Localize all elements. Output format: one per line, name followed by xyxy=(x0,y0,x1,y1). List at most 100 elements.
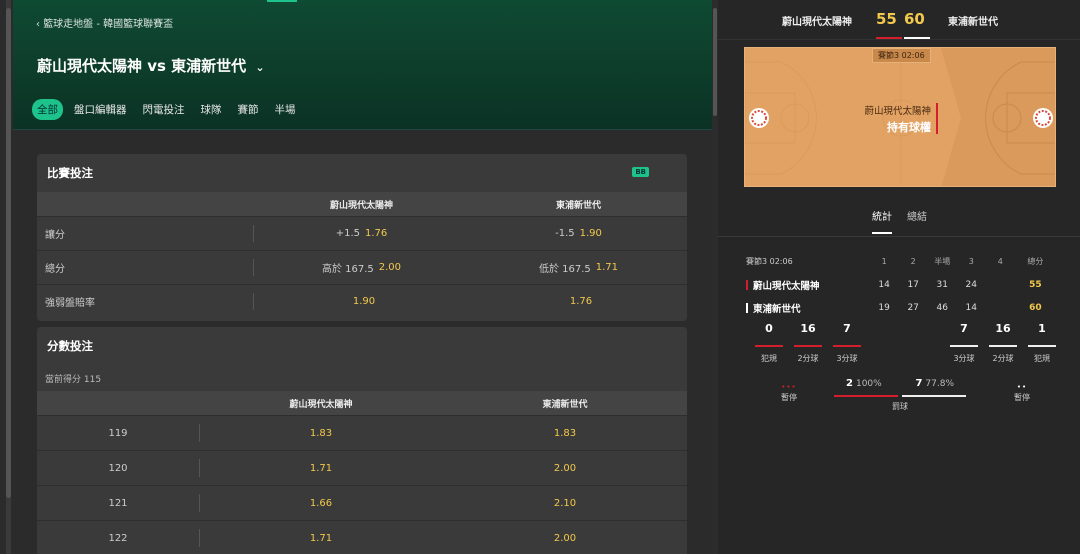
score-points: 120 xyxy=(108,462,128,474)
free-throw-bars xyxy=(834,395,966,397)
bet-row-label: 總分 xyxy=(45,264,65,275)
tab-all[interactable]: 全部 xyxy=(32,99,63,120)
odds-button-home[interactable]: 高於 167.5 2.00 xyxy=(253,251,470,284)
hoop-left-icon xyxy=(749,108,769,128)
tab-summary[interactable]: 總結 xyxy=(907,208,927,223)
tab-flash-bet[interactable]: 閃電投注 xyxy=(138,99,190,120)
home-color-bar xyxy=(876,37,902,39)
away-q2: 27 xyxy=(907,302,919,313)
odds-button-away[interactable]: 2.00 xyxy=(443,451,687,485)
away-total: 60 xyxy=(1029,302,1042,313)
odds-button-home[interactable]: 1.90 xyxy=(253,285,470,318)
left-scrollbar-thumb[interactable] xyxy=(6,8,11,498)
box-score-away: 東浦新世代 19 27 46 14 60 xyxy=(746,296,1056,319)
odds-button-home[interactable]: 1.83 xyxy=(199,416,443,450)
match-bet-card: 比賽投注 BB 蔚山現代太陽神 東浦新世代 讓分 +1.5 1.76 -1.5 1.… xyxy=(37,154,687,321)
divider xyxy=(199,459,200,477)
home-stat-2pt: 16 2分球 xyxy=(794,322,822,364)
odds-button-away[interactable]: 1.76 xyxy=(470,285,687,318)
tab-stats[interactable]: 統計 xyxy=(872,208,892,223)
odds-value: 2.10 xyxy=(553,497,577,509)
scoreboard-home-score: 55 xyxy=(876,10,897,28)
home-team-cell: 蔚山現代太陽神 xyxy=(746,278,870,292)
team-stats: 0 犯規 16 2分球 7 3分球 7 3分球 16 2分球 1 犯規 xyxy=(718,322,1080,382)
bet-builder-badge: BB xyxy=(632,167,649,177)
markets-content: 比賽投注 BB 蔚山現代太陽神 東浦新世代 讓分 +1.5 1.76 -1.5 1.… xyxy=(13,131,712,554)
match-bet-column-header: 蔚山現代太陽神 東浦新世代 xyxy=(37,192,687,216)
stat-value: 16 xyxy=(995,322,1011,335)
tab-teams[interactable]: 球隊 xyxy=(196,99,227,120)
scoreboard-away-score: 60 xyxy=(904,10,925,28)
timeout-dots: ••• xyxy=(781,383,797,391)
odds-button-home[interactable]: 1.71 xyxy=(199,521,443,554)
odds-button-away[interactable]: 2.00 xyxy=(443,521,687,554)
tab-quarters[interactable]: 賽節 xyxy=(233,99,264,120)
home-timeouts: ••• 暫停 xyxy=(774,382,804,403)
away-ft-bar xyxy=(902,395,966,397)
match-title[interactable]: 蔚山現代太陽神 vs 東浦新世代 ⌄ xyxy=(37,55,265,76)
chevron-down-icon[interactable]: ⌄ xyxy=(255,61,264,74)
right-scrollbar-thumb[interactable] xyxy=(713,8,717,116)
home-stat-fouls: 0 犯規 xyxy=(755,322,783,364)
odds-button-home[interactable]: 1.71 xyxy=(199,451,443,485)
header-q3: 3 xyxy=(968,257,974,266)
away-ft-count: 7 xyxy=(915,378,923,389)
right-scrollbar[interactable] xyxy=(712,0,718,554)
home-q3: 24 xyxy=(965,279,977,290)
odds-value: 2.00 xyxy=(553,462,577,474)
current-score-label: 當前得分 115 xyxy=(45,374,102,385)
odds-button-away[interactable]: 低於 167.5 1.71 xyxy=(470,251,687,284)
scoreboard-home-team: 蔚山現代太陽神 xyxy=(782,17,852,28)
score-row: 119 1.83 1.83 xyxy=(37,415,687,450)
divider xyxy=(199,424,200,442)
score-points: 121 xyxy=(108,497,128,509)
stat-label: 2分球 xyxy=(992,354,1014,363)
odds-value: 1.90 xyxy=(352,296,376,307)
breadcrumb[interactable]: ‹ 籃球走地盤 - 韓國籃球聯賽盃 xyxy=(36,15,173,30)
odds-button-away[interactable]: 1.83 xyxy=(443,416,687,450)
home-ft: 2 100% xyxy=(846,378,882,389)
score-bet-title[interactable]: 分數投注 xyxy=(37,327,687,365)
stats-tabs: 統計 總結 xyxy=(872,208,927,223)
home-stat-3pt: 7 3分球 xyxy=(833,322,861,364)
away-team-cell: 東浦新世代 xyxy=(746,301,870,315)
odds-button-home[interactable]: +1.5 1.76 xyxy=(253,217,470,250)
away-q3: 14 xyxy=(965,302,977,313)
stat-bar xyxy=(989,345,1017,347)
breadcrumb-text[interactable]: 籃球走地盤 - 韓國籃球聯賽盃 xyxy=(43,19,173,30)
tab-half[interactable]: 半場 xyxy=(270,99,301,120)
free-throw-label: 罰球 xyxy=(892,402,908,411)
header-half: 半場 xyxy=(934,257,951,266)
away-half: 46 xyxy=(936,302,948,313)
odds-button-away[interactable]: 2.10 xyxy=(443,486,687,520)
left-pane: ‹ 籃球走地盤 - 韓國籃球聯賽盃 蔚山現代太陽神 vs 東浦新世代 ⌄ 全部 … xyxy=(0,0,712,554)
column-home: 蔚山現代太陽神 xyxy=(289,399,353,410)
active-tab-underline xyxy=(872,232,892,234)
away-color-mark xyxy=(746,302,748,313)
odds-value: 1.71 xyxy=(309,462,333,474)
left-scrollbar[interactable] xyxy=(6,0,11,554)
stat-value: 7 xyxy=(960,322,968,335)
odds-button-away[interactable]: -1.5 1.90 xyxy=(470,217,687,250)
away-timeouts: •• 暫停 xyxy=(1007,382,1037,403)
odds-value: 1.83 xyxy=(309,427,333,439)
bet-row-label: 讓分 xyxy=(45,230,65,241)
score-points: 122 xyxy=(108,532,128,544)
stat-label: 3分球 xyxy=(953,354,975,363)
stat-label: 2分球 xyxy=(797,354,819,363)
score-points: 119 xyxy=(108,427,128,439)
score-bet-column-header: 蔚山現代太陽神 東浦新世代 xyxy=(37,391,687,415)
box-score-home: 蔚山現代太陽神 14 17 31 24 55 xyxy=(746,273,1056,296)
divider xyxy=(253,225,254,242)
odds-button-home[interactable]: 1.66 xyxy=(199,486,443,520)
score-row: 122 1.71 2.00 xyxy=(37,520,687,554)
match-header: ‹ 籃球走地盤 - 韓國籃球聯賽盃 蔚山現代太陽神 vs 東浦新世代 ⌄ 全部 … xyxy=(13,0,712,130)
tab-market-editor[interactable]: 盤口編輯器 xyxy=(69,99,132,120)
score-bet-title-text: 分數投注 xyxy=(47,339,93,353)
column-home: 蔚山現代太陽神 xyxy=(329,200,393,211)
home-ft-count: 2 xyxy=(846,378,853,389)
stat-value: 0 xyxy=(765,322,773,335)
match-tracker-pane: 蔚山現代太陽神 55 60 東浦新世代 賽節3 02:06 蔚山現代太陽神 持有… xyxy=(712,0,1080,554)
match-bet-title[interactable]: 比賽投注 xyxy=(37,154,687,192)
stat-value: 7 xyxy=(843,322,851,335)
